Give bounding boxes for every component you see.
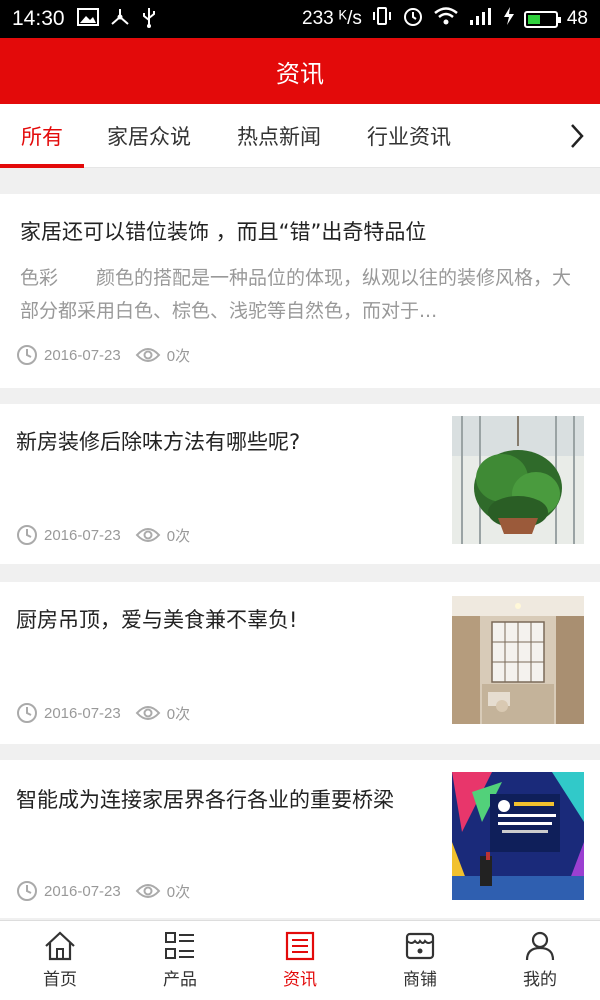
article-title: 新房装修后除味方法有哪些呢? — [16, 430, 301, 454]
article-card[interactable]: 家居还可以错位装饰 ，而且“错”出奇特品位 色彩 颜色的搭配是一种品位的体现，纵… — [0, 194, 600, 388]
nav-news[interactable]: 资讯 — [240, 921, 360, 1000]
network-speed: 233 ᴷ/s — [302, 8, 362, 29]
bottom-navigation: 首页 产品 资讯 商铺 我的 — [0, 920, 600, 1000]
nav-products-label: 产品 — [163, 970, 197, 990]
nav-products[interactable]: 产品 — [120, 921, 240, 1000]
article-card[interactable]: 新房装修后除味方法有哪些呢? 2016-07-23 0次 — [0, 404, 600, 564]
nav-shop[interactable]: 商铺 — [360, 921, 480, 1000]
article-date: 2016-07-23 — [44, 882, 121, 900]
tabs-scroll-right-button[interactable] — [554, 104, 600, 168]
article-date: 2016-07-23 — [44, 704, 121, 722]
page-title: 资讯 — [276, 59, 324, 88]
charging-icon — [503, 6, 515, 32]
home-icon — [45, 931, 75, 961]
battery-level: 48 — [566, 8, 588, 29]
wifi-icon — [433, 6, 459, 32]
article-title: 智能成为连接家居界各行各业的重要桥梁 — [16, 788, 394, 812]
article-card[interactable]: 厨房吊顶，爱与美食兼不辜负! 2016-07-23 0次 — [0, 582, 600, 744]
article-views: 0次 — [166, 347, 191, 365]
clock-icon — [17, 703, 37, 723]
signal-4g-icon — [468, 6, 494, 32]
eye-icon — [135, 884, 161, 898]
article-thumbnail-forum — [452, 772, 584, 900]
news-icon — [285, 931, 315, 961]
tab-all[interactable]: 所有 — [0, 104, 84, 168]
tab-hot-news[interactable]: 热点新闻 — [214, 104, 344, 168]
nav-profile-label: 我的 — [523, 970, 557, 990]
status-right-group: 233 ᴷ/s 48 — [302, 5, 588, 33]
eye-icon — [135, 706, 161, 720]
status-bar: 14:30 233 ᴷ/s 48 — [0, 0, 600, 38]
article-views: 0次 — [166, 705, 191, 723]
chevron-right-icon — [571, 123, 584, 148]
battery-icon — [523, 10, 561, 28]
clock-icon — [17, 525, 37, 545]
shop-icon — [405, 932, 435, 960]
article-date: 2016-07-23 — [44, 526, 121, 544]
tab-home-opinions[interactable]: 家居众说 — [84, 104, 214, 168]
alarm-icon — [402, 5, 424, 33]
clock-icon — [17, 345, 37, 365]
nav-home-label: 首页 — [43, 970, 77, 990]
nav-profile[interactable]: 我的 — [480, 921, 600, 1000]
article-summary: 色彩 颜色的搭配是一种品位的体现，纵观以往的装修风格，大部分都采用白色、棕色、浅… — [20, 267, 572, 322]
tab-industry-news[interactable]: 行业资讯 — [344, 104, 474, 168]
image-icon — [76, 7, 99, 31]
vibrate-icon — [371, 6, 393, 32]
nav-shop-label: 商铺 — [403, 970, 437, 990]
usb-tether-icon — [109, 7, 131, 32]
article-thumbnail-kitchen — [452, 596, 584, 724]
eye-icon — [135, 528, 161, 542]
article-thumbnail-plant — [452, 416, 584, 544]
article-views: 0次 — [166, 527, 191, 545]
article-meta: 2016-07-23 0次 — [16, 524, 190, 546]
category-tabs: 所有 家居众说 热点新闻 行业资讯 — [0, 104, 600, 168]
article-title: 厨房吊顶，爱与美食兼不辜负! — [16, 608, 298, 632]
clock-icon — [17, 881, 37, 901]
nav-home[interactable]: 首页 — [0, 921, 120, 1000]
article-meta: 2016-07-23 0次 — [16, 702, 190, 724]
list-icon — [165, 932, 194, 959]
usb-icon — [141, 6, 157, 33]
battery-fill — [527, 14, 541, 24]
nav-news-label: 资讯 — [283, 970, 317, 990]
eye-icon — [135, 348, 161, 362]
user-icon — [525, 931, 555, 961]
article-meta: 2016-07-23 0次 — [16, 344, 190, 366]
article-views: 0次 — [166, 883, 191, 901]
article-card[interactable]: 智能成为连接家居界各行各业的重要桥梁 2016-07-23 0次 — [0, 760, 600, 918]
article-meta: 2016-07-23 0次 — [16, 880, 190, 902]
article-date: 2016-07-23 — [44, 346, 121, 364]
article-title: 家居还可以错位装饰 ，而且“错”出奇特品位 — [20, 220, 427, 244]
page-header: 资讯 — [0, 38, 600, 104]
status-time: 14:30 — [12, 7, 65, 30]
